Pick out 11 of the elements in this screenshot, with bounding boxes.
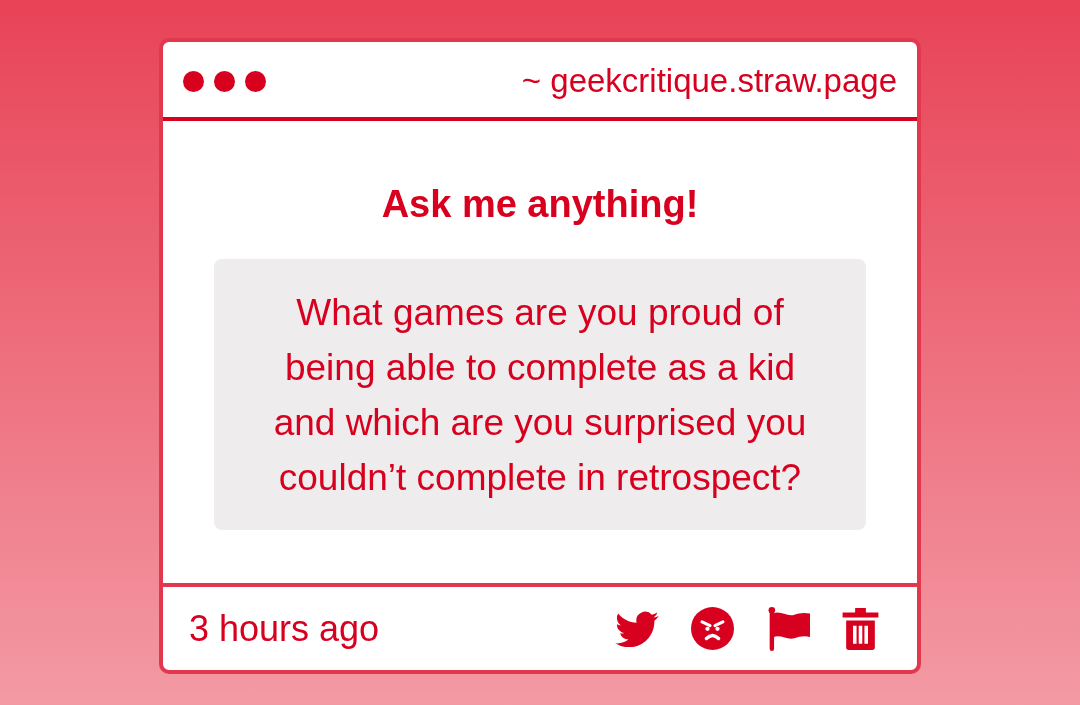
- angry-face-icon[interactable]: [691, 607, 734, 650]
- question-text: What games are you proud of being able to complete as a kid and which are you surprised you couldn’t complete in retrospect?: [272, 290, 808, 500]
- window-dot-icon: [183, 70, 204, 92]
- timestamp: 3 hours ago: [189, 607, 380, 650]
- window-dot-icon: [245, 70, 266, 92]
- window-dot-icon: [214, 70, 235, 92]
- page-url: ~ geekcritique.straw.page: [521, 62, 897, 100]
- trash-icon[interactable]: [842, 607, 879, 650]
- prompt-title: Ask me anything!: [381, 182, 699, 227]
- bird-icon[interactable]: [615, 610, 659, 647]
- flag-icon[interactable]: [766, 606, 810, 651]
